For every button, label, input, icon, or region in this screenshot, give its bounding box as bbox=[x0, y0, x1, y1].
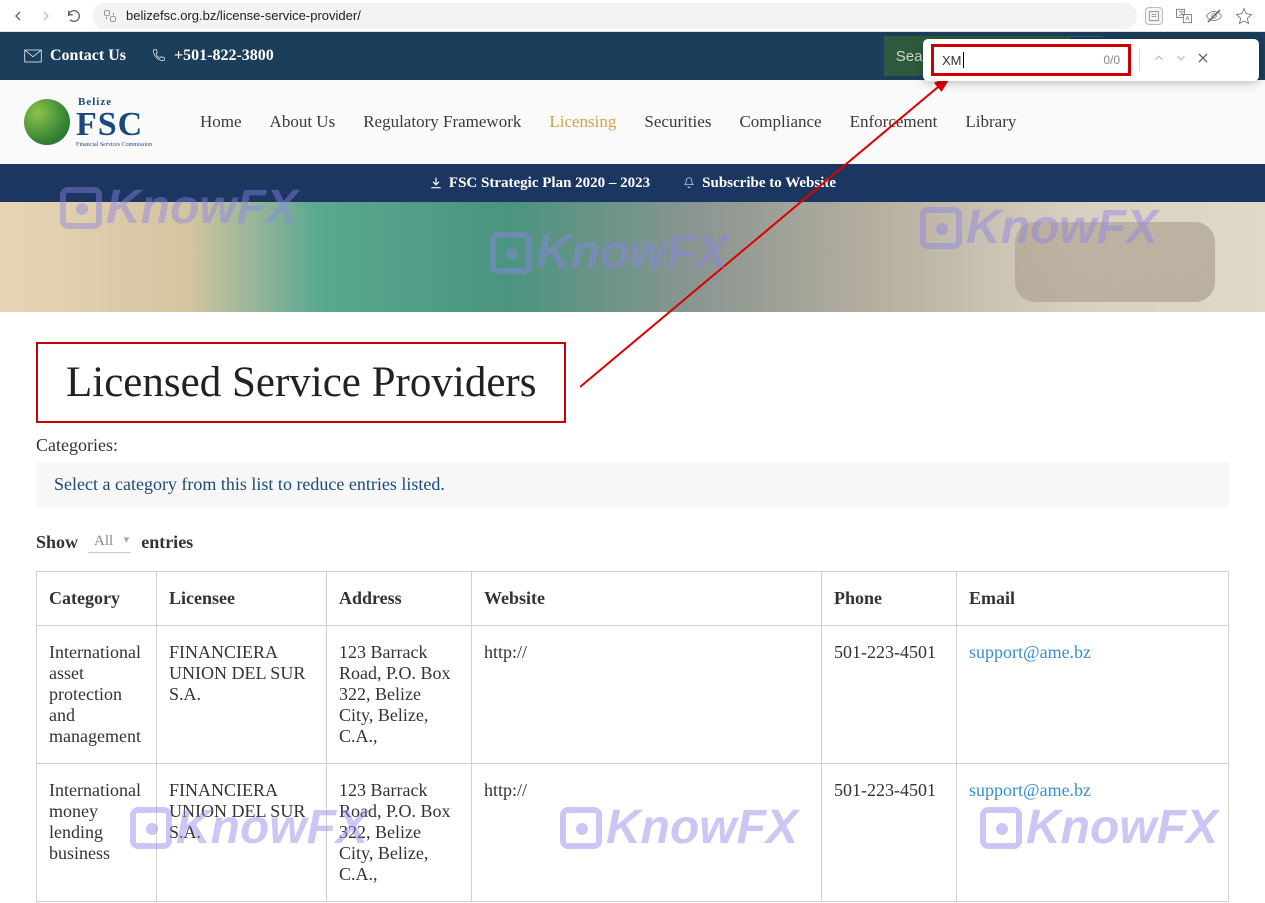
th-address[interactable]: Address bbox=[327, 572, 472, 626]
bookmark-star-icon[interactable] bbox=[1235, 7, 1253, 25]
back-button[interactable] bbox=[8, 6, 28, 26]
nav-enforcement[interactable]: Enforcement bbox=[850, 112, 938, 132]
reload-button[interactable] bbox=[64, 6, 84, 26]
page-title-highlight: Licensed Service Providers bbox=[36, 342, 566, 423]
reload-icon bbox=[66, 8, 82, 24]
cell-category: International money lending business bbox=[37, 764, 157, 902]
cell-address: 123 Barrack Road, P.O. Box 322, Belize C… bbox=[327, 626, 472, 764]
th-phone[interactable]: Phone bbox=[822, 572, 957, 626]
reader-icon[interactable] bbox=[1145, 7, 1163, 25]
logo-globe-icon bbox=[24, 99, 70, 145]
th-email[interactable]: Email bbox=[957, 572, 1229, 626]
arrow-left-icon bbox=[10, 8, 26, 24]
close-icon bbox=[1196, 51, 1210, 65]
show-label: Show bbox=[36, 532, 78, 553]
chevron-up-icon bbox=[1152, 51, 1166, 65]
nav-licensing[interactable]: Licensing bbox=[549, 112, 616, 132]
incognito-blocked-icon[interactable] bbox=[1205, 7, 1223, 25]
table-row: International asset protection and manag… bbox=[37, 626, 1229, 764]
entries-control: Show All entries bbox=[36, 531, 1229, 553]
nav-home[interactable]: Home bbox=[200, 112, 242, 132]
main-nav: Belize FSC Financial Services Commission… bbox=[0, 80, 1265, 164]
cell-website: http:// bbox=[472, 626, 822, 764]
cell-category: International asset protection and manag… bbox=[37, 626, 157, 764]
cell-licensee: FINANCIERA UNION DEL SUR S.A. bbox=[157, 626, 327, 764]
cell-phone: 501-223-4501 bbox=[822, 626, 957, 764]
cell-email: support@ame.bz bbox=[957, 626, 1229, 764]
browser-actions: 文A bbox=[1145, 7, 1257, 25]
find-in-page-bar: XM 0/0 bbox=[923, 39, 1259, 81]
find-input-highlight[interactable]: XM 0/0 bbox=[931, 44, 1131, 76]
divider bbox=[1139, 49, 1140, 71]
text-caret bbox=[963, 52, 964, 68]
th-licensee[interactable]: Licensee bbox=[157, 572, 327, 626]
strategic-plan-link[interactable]: FSC Strategic Plan 2020 – 2023 bbox=[429, 175, 650, 192]
table-header-row: Category Licensee Address Website Phone … bbox=[37, 572, 1229, 626]
entries-label: entries bbox=[141, 532, 193, 553]
cell-email: support@ame.bz bbox=[957, 764, 1229, 902]
cell-licensee: FINANCIERA UNION DEL SUR S.A. bbox=[157, 764, 327, 902]
cell-website: http:// bbox=[472, 764, 822, 902]
page-title: Licensed Service Providers bbox=[66, 358, 536, 407]
browser-chrome-bar: belizefsc.org.bz/license-service-provide… bbox=[0, 0, 1265, 32]
entries-select[interactable]: All bbox=[88, 531, 131, 553]
find-value: XM bbox=[942, 53, 962, 68]
nav-regulatory[interactable]: Regulatory Framework bbox=[363, 112, 521, 132]
contact-link[interactable]: Contact Us bbox=[24, 47, 126, 65]
hero-banner bbox=[0, 202, 1265, 312]
download-icon bbox=[429, 176, 443, 190]
arrow-right-icon bbox=[38, 8, 54, 24]
bell-icon bbox=[682, 176, 696, 190]
sub-nav: FSC Strategic Plan 2020 – 2023 Subscribe… bbox=[0, 164, 1265, 202]
find-close-button[interactable] bbox=[1192, 51, 1214, 70]
url-text: belizefsc.org.bz/license-service-provide… bbox=[126, 8, 361, 23]
providers-table: Category Licensee Address Website Phone … bbox=[36, 571, 1229, 902]
envelope-icon bbox=[24, 49, 42, 63]
logo-text: Belize FSC Financial Services Commission bbox=[76, 97, 152, 148]
cell-address: 123 Barrack Road, P.O. Box 322, Belize C… bbox=[327, 764, 472, 902]
address-bar[interactable]: belizefsc.org.bz/license-service-provide… bbox=[92, 3, 1137, 29]
cell-phone: 501-223-4501 bbox=[822, 764, 957, 902]
email-link[interactable]: support@ame.bz bbox=[969, 642, 1091, 662]
categories-label: Categories: bbox=[36, 435, 1229, 456]
page-content: Licensed Service Providers Categories: S… bbox=[0, 312, 1265, 902]
forward-button[interactable] bbox=[36, 6, 56, 26]
subscribe-link[interactable]: Subscribe to Website bbox=[682, 175, 836, 192]
email-link[interactable]: support@ame.bz bbox=[969, 780, 1091, 800]
contact-label: Contact Us bbox=[50, 47, 126, 65]
find-prev-button[interactable] bbox=[1148, 51, 1170, 70]
svg-text:文: 文 bbox=[1179, 9, 1185, 17]
chevron-down-icon bbox=[1174, 51, 1188, 65]
find-count: 0/0 bbox=[1103, 53, 1120, 67]
nav-about[interactable]: About Us bbox=[270, 112, 336, 132]
find-next-button[interactable] bbox=[1170, 51, 1192, 70]
phone-icon bbox=[150, 48, 166, 64]
site-logo[interactable]: Belize FSC Financial Services Commission bbox=[24, 97, 152, 148]
phone-link[interactable]: +501-822-3800 bbox=[150, 47, 274, 65]
phone-number: +501-822-3800 bbox=[174, 47, 274, 65]
svg-text:A: A bbox=[1186, 16, 1190, 22]
nav-library[interactable]: Library bbox=[965, 112, 1016, 132]
nav-compliance[interactable]: Compliance bbox=[739, 112, 821, 132]
th-category[interactable]: Category bbox=[37, 572, 157, 626]
site-settings-icon bbox=[102, 8, 118, 24]
translate-icon[interactable]: 文A bbox=[1175, 7, 1193, 25]
table-row: International money lending business FIN… bbox=[37, 764, 1229, 902]
th-website[interactable]: Website bbox=[472, 572, 822, 626]
nav-securities[interactable]: Securities bbox=[644, 112, 711, 132]
category-select[interactable]: Select a category from this list to redu… bbox=[36, 462, 1229, 507]
